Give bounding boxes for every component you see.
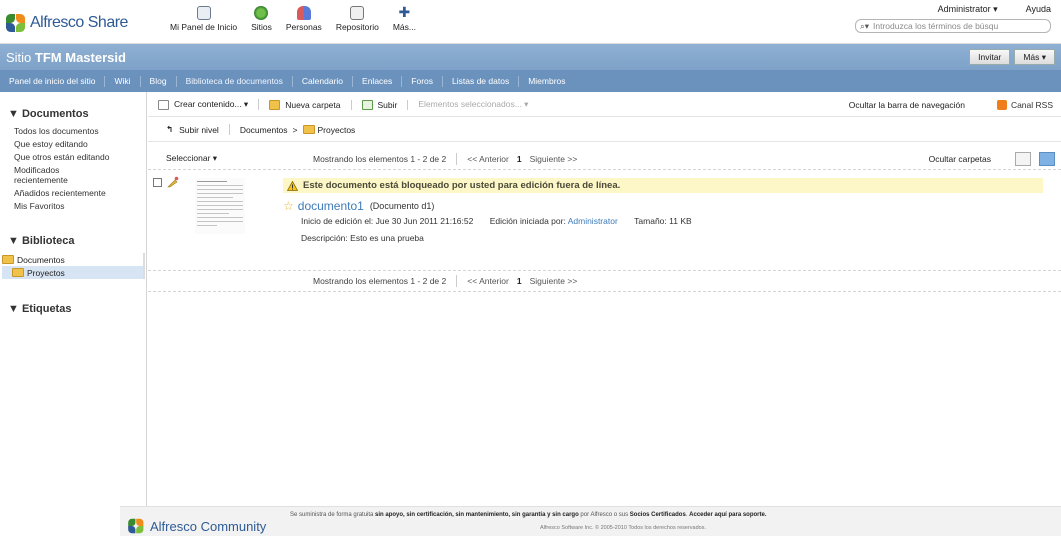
folder-open-icon xyxy=(2,255,14,264)
favorite-star-icon[interactable]: ☆ xyxy=(283,199,294,213)
document-thumbnail[interactable] xyxy=(195,178,245,234)
next-page-link[interactable]: Siguiente >> xyxy=(530,276,578,286)
logo-text: Alfresco Share xyxy=(30,14,128,31)
app-header: Alfresco Share Mi Panel de Inicio Sitios… xyxy=(0,0,1061,44)
site-title-bar: Sitio TFM Mastersid Invitar Más ▾ xyxy=(0,44,1061,70)
site-nav-links[interactable]: Enlaces xyxy=(353,75,403,87)
support-link[interactable]: Acceder aquí para soporte. xyxy=(689,512,766,518)
tags-heading[interactable]: ▼ Etiquetas xyxy=(8,303,146,315)
tree-node-projects[interactable]: Proyectos xyxy=(2,266,143,279)
nav-people[interactable]: Personas xyxy=(286,6,322,32)
lock-warning-banner: Este documento está bloqueado por usted … xyxy=(283,178,1043,193)
global-nav: Mi Panel de Inicio Sitios Personas Repos… xyxy=(170,4,430,32)
nav-more[interactable]: ✚ Más... xyxy=(393,4,416,32)
edit-offline-icon xyxy=(167,176,179,188)
filter-editing-me[interactable]: Que estoy editando xyxy=(14,139,146,149)
site-nav-members[interactable]: Miembros xyxy=(519,76,574,87)
hide-folders-button[interactable]: Ocultar carpetas xyxy=(929,154,991,164)
sites-icon xyxy=(254,6,269,20)
folder-icon xyxy=(12,268,24,277)
filter-favorites[interactable]: Mis Favoritos xyxy=(14,201,146,211)
filter-all-documents[interactable]: Todos los documentos xyxy=(14,126,146,136)
alfresco-logo-icon xyxy=(6,14,28,32)
documents-heading[interactable]: ▼ Documentos xyxy=(8,108,146,120)
footer: Alfresco Community Se suministra de form… xyxy=(120,506,1061,536)
dashboard-icon xyxy=(196,6,211,20)
site-title: Sitio TFM Mastersid xyxy=(6,50,126,65)
folder-open-icon xyxy=(302,125,315,134)
new-folder-button[interactable]: Nueva carpeta xyxy=(259,99,352,110)
hide-navigation-bar-link[interactable]: Ocultar la barra de navegación xyxy=(849,100,965,110)
new-folder-icon xyxy=(269,99,281,110)
people-icon xyxy=(296,6,311,20)
repository-icon xyxy=(350,6,365,20)
warning-icon xyxy=(286,180,299,191)
certified-partners-link[interactable]: Socios Certificados xyxy=(630,512,686,518)
site-nav-calendar[interactable]: Calendario xyxy=(293,75,354,87)
document-name-link[interactable]: documento1 xyxy=(298,199,364,213)
create-content-button[interactable]: Crear contenido... ▾ xyxy=(148,99,260,110)
page-number: 1 xyxy=(516,276,522,286)
filter-recently-added[interactable]: Añadidos recientemente xyxy=(14,188,146,198)
upload-icon xyxy=(361,99,373,110)
editor-user-link[interactable]: Administrator xyxy=(568,216,618,226)
list-header: Seleccionar ▾ Mostrando los elementos 1 … xyxy=(148,148,1061,170)
site-more-button[interactable]: Más ▾ xyxy=(1014,49,1055,65)
prev-page-link[interactable]: << Anterior xyxy=(467,154,509,164)
site-nav-dashboard[interactable]: Panel de inicio del sitio xyxy=(0,75,106,87)
simple-view-button[interactable] xyxy=(1015,151,1031,166)
breadcrumb-current: Proyectos xyxy=(317,124,356,135)
sidebar: ▼ Documentos Todos los documentos Que es… xyxy=(0,92,147,506)
site-nav-wiki[interactable]: Wiki xyxy=(105,75,141,87)
filter-editing-others[interactable]: Que otros están editando xyxy=(14,152,114,162)
alfresco-community-logo[interactable]: Alfresco Community xyxy=(126,517,266,535)
site-nav: Panel de inicio del sitio Wiki Blog Bibl… xyxy=(0,70,1061,92)
breadcrumb-documents[interactable]: Documentos xyxy=(240,125,288,135)
site-nav-forums[interactable]: Foros xyxy=(402,75,444,87)
select-dropdown[interactable]: Seleccionar ▾ xyxy=(166,153,217,164)
filter-recently-modified[interactable]: Modificados recientemente xyxy=(14,165,114,185)
invite-button[interactable]: Invitar xyxy=(969,49,1011,65)
footer-copyright: Alfresco Software Inc. © 2005-2010 Todos… xyxy=(540,525,706,531)
document-metadata: Inicio de edición el: Jue 30 Jun 2011 21… xyxy=(301,216,692,226)
next-page-link[interactable]: Siguiente >> xyxy=(530,154,578,164)
help-link[interactable]: Ayuda xyxy=(1026,4,1051,14)
up-level-button[interactable]: ↰ Subir nivel xyxy=(166,124,230,135)
site-nav-blog[interactable]: Blog xyxy=(141,75,177,87)
document-description: Descripción: Esto es una prueba xyxy=(301,233,424,243)
tree-node-documents[interactable]: Documentos xyxy=(2,253,143,266)
search-placeholder: Introduzca los términos de búsqu xyxy=(873,21,999,31)
footer-notice: Se suministra de forma gratuita sin apoy… xyxy=(290,512,767,518)
page-number: 1 xyxy=(516,153,522,164)
detailed-view-button[interactable] xyxy=(1039,151,1055,166)
nav-repository[interactable]: Repositorio xyxy=(336,6,379,32)
search-input[interactable]: ⌕▾ Introduzca los términos de búsqu xyxy=(855,19,1051,33)
up-arrow-icon: ↰ xyxy=(166,124,174,134)
document-title: (Documento d1) xyxy=(369,201,435,211)
list-footer: Mostrando los elementos 1 - 2 de 2 << An… xyxy=(148,270,1061,292)
selected-items-menu[interactable]: Elementos seleccionados... ▾ xyxy=(408,99,538,110)
user-area: Administrator ▾ Ayuda ⌕▾ Introduzca los t… xyxy=(855,4,1051,33)
prev-page-link[interactable]: << Anterior xyxy=(467,276,509,286)
rss-icon xyxy=(996,99,1007,110)
site-nav-data-lists[interactable]: Listas de datos xyxy=(443,75,520,87)
site-nav-document-library[interactable]: Biblioteca de documentos xyxy=(177,75,293,87)
breadcrumb: ↰ Subir nivel Documentos > Proyectos xyxy=(148,118,1061,142)
nav-sites[interactable]: Sitios xyxy=(251,6,272,32)
user-menu[interactable]: Administrator ▾ xyxy=(938,4,998,14)
rss-feed-link[interactable]: Canal RSS xyxy=(996,99,1053,110)
row-checkbox[interactable] xyxy=(153,178,162,187)
pagination-bottom: Mostrando los elementos 1 - 2 de 2 << An… xyxy=(313,275,578,287)
table-row: Este documento está bloqueado por usted … xyxy=(148,172,1061,268)
document-toolbar: Crear contenido... ▾ Nueva carpeta Subir… xyxy=(148,93,1061,117)
pagination-top: Mostrando los elementos 1 - 2 de 2 << An… xyxy=(313,152,578,165)
upload-button[interactable]: Subir xyxy=(352,99,409,110)
more-icon: ✚ xyxy=(398,4,411,20)
library-heading[interactable]: ▼ Biblioteca xyxy=(8,235,146,247)
alfresco-logo-icon xyxy=(128,518,146,534)
search-icon[interactable]: ⌕▾ xyxy=(860,21,869,32)
create-document-icon xyxy=(158,99,169,110)
nav-my-dashboard[interactable]: Mi Panel de Inicio xyxy=(170,6,237,32)
alfresco-share-logo[interactable]: Alfresco Share xyxy=(6,14,128,32)
